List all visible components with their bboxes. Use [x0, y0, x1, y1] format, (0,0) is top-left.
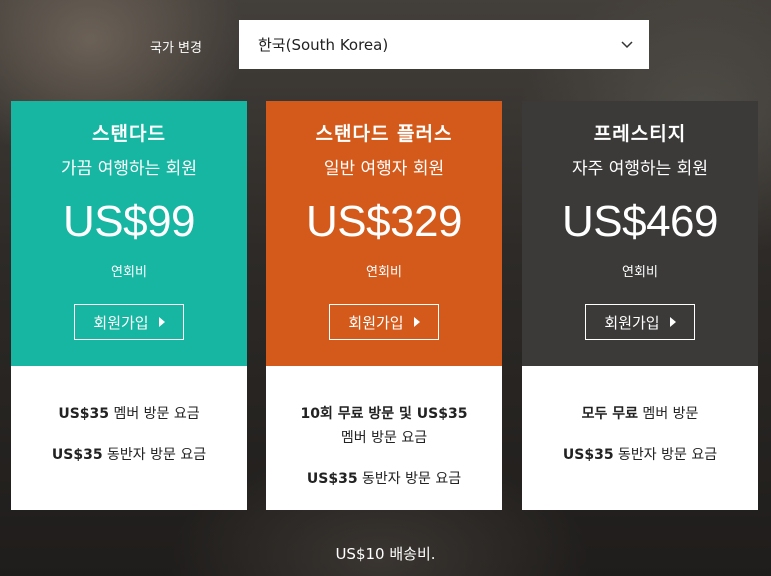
plan-subtitle: 자주 여행하는 회원 [572, 159, 708, 179]
plan-period: 연회비 [366, 265, 402, 280]
plan-title: 프레스티지 [593, 123, 687, 145]
plan-card-standard: 스탠다드 가끔 여행하는 회원 US$99 연회비 회원가입 US$35 멤버 … [11, 101, 247, 510]
feature-item: US$35 멤버 방문 요금 [58, 406, 200, 422]
feature-item: 모두 무료 멤버 방문 [581, 406, 699, 422]
plan-card-prestige: 프레스티지 자주 여행하는 회원 US$469 연회비 회원가입 모두 무료 멤… [522, 101, 758, 510]
plan-features: 모두 무료 멤버 방문 US$35 동반자 방문 요금 [522, 366, 758, 510]
join-button[interactable]: 회원가입 [585, 304, 695, 340]
plan-subtitle: 일반 여행자 회원 [323, 159, 445, 179]
join-button[interactable]: 회원가입 [329, 304, 439, 340]
plan-card-standard-plus: 스탠다드 플러스 일반 여행자 회원 US$329 연회비 회원가입 10회 무… [266, 101, 502, 510]
join-button-label: 회원가입 [93, 313, 149, 332]
plan-features: US$35 멤버 방문 요금 US$35 동반자 방문 요금 [11, 366, 247, 510]
plan-header: 스탠다드 가끔 여행하는 회원 US$99 연회비 회원가입 [11, 101, 247, 366]
plan-price: US$329 [305, 197, 463, 246]
join-button[interactable]: 회원가입 [74, 304, 184, 340]
country-label: 국가 변경 [150, 41, 202, 56]
plan-subtitle: 가끔 여행하는 회원 [61, 159, 197, 179]
plan-title: 스탠다드 플러스 [315, 123, 453, 145]
feature-item: US$35 동반자 방문 요금 [51, 447, 207, 463]
join-button-label: 회원가입 [604, 313, 660, 332]
plan-period: 연회비 [111, 265, 147, 280]
plan-header: 프레스티지 자주 여행하는 회원 US$469 연회비 회원가입 [522, 101, 758, 366]
country-select-value: 한국(South Korea) [258, 36, 389, 54]
shipping-note: US$10 배송비. [335, 545, 436, 563]
play-arrow-icon [413, 317, 420, 327]
play-arrow-icon [158, 317, 165, 327]
plan-features: 10회 무료 방문 및 US$35 멤버 방문 요금 US$35 동반자 방문 … [266, 366, 502, 510]
join-button-label: 회원가입 [348, 313, 404, 332]
plan-price: US$99 [62, 197, 196, 246]
plan-header: 스탠다드 플러스 일반 여행자 회원 US$329 연회비 회원가입 [266, 101, 502, 366]
plan-price: US$469 [561, 197, 719, 246]
country-select[interactable]: 한국(South Korea) [239, 20, 649, 69]
plan-period: 연회비 [622, 265, 658, 280]
chevron-down-icon [621, 39, 633, 51]
feature-item: US$35 동반자 방문 요금 [562, 447, 718, 463]
feature-item: US$35 동반자 방문 요금 [306, 471, 462, 487]
feature-item: 10회 무료 방문 및 US$35 멤버 방문 요금 [300, 406, 468, 446]
play-arrow-icon [669, 317, 676, 327]
plan-title: 스탠다드 [92, 123, 166, 145]
